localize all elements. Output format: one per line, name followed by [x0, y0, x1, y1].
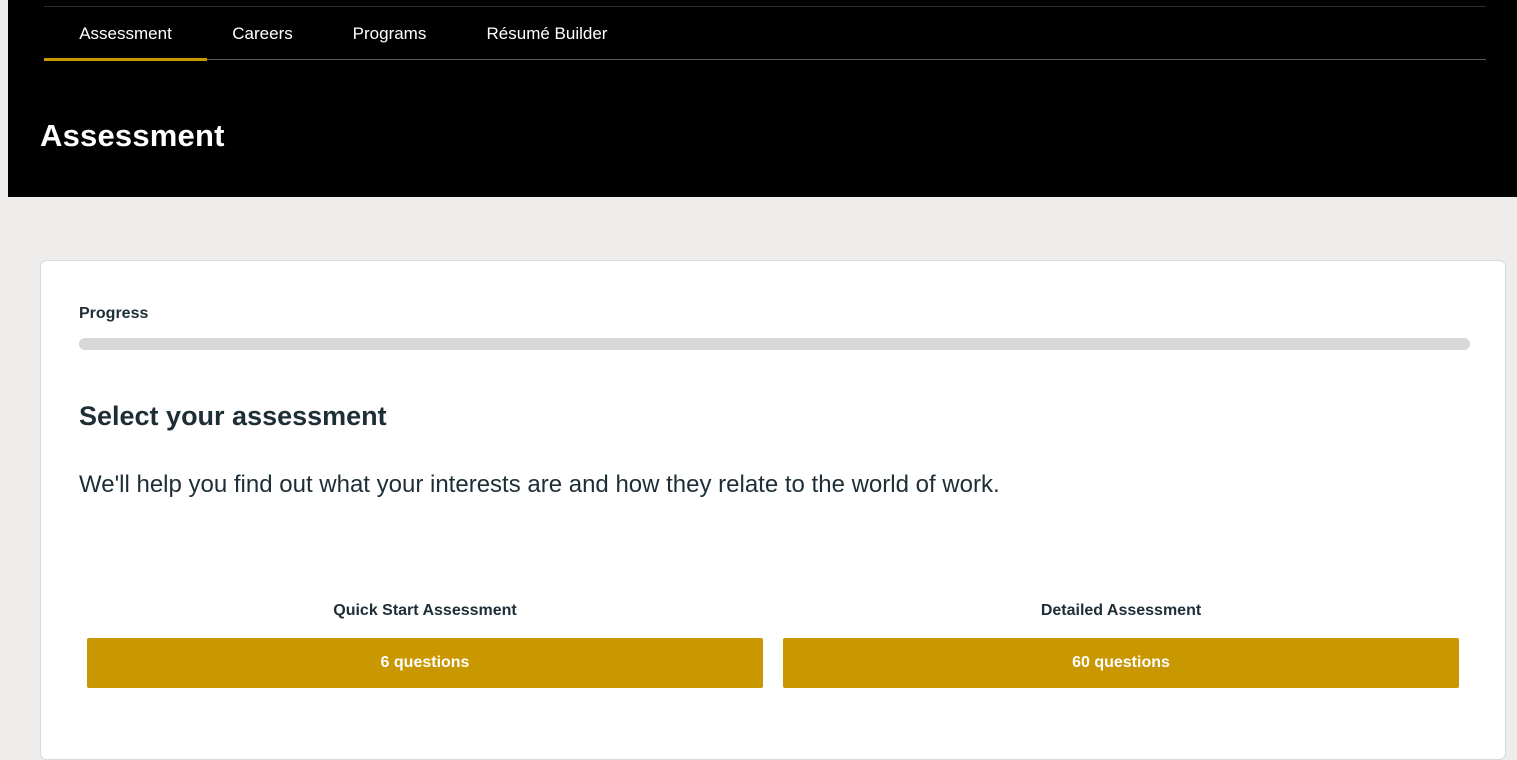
section-title: Select your assessment	[79, 401, 387, 431]
assessment-card: Progress Select your assessment We'll he…	[40, 260, 1506, 760]
tab-programs[interactable]: Programs	[318, 7, 461, 60]
quick-start-button[interactable]: 6 questions	[87, 638, 763, 688]
detailed-option: Detailed Assessment 60 questions	[783, 601, 1459, 688]
tab-resume-builder[interactable]: Résumé Builder	[461, 7, 633, 60]
tab-careers[interactable]: Careers	[207, 7, 318, 60]
progress-label: Progress	[79, 305, 149, 322]
quick-start-label: Quick Start Assessment	[333, 602, 517, 619]
tab-assessment[interactable]: Assessment	[44, 7, 207, 61]
quick-start-option: Quick Start Assessment 6 questions	[87, 601, 763, 688]
progress-bar	[79, 338, 1470, 350]
detailed-button[interactable]: 60 questions	[783, 638, 1459, 688]
page-title: Assessment	[40, 118, 225, 153]
site-header: Assessment Careers Programs Résumé Build…	[8, 0, 1517, 197]
section-description: We'll help you find out what your intere…	[79, 471, 1000, 498]
top-nav-tabs: Assessment Careers Programs Résumé Build…	[44, 6, 1486, 61]
detailed-label: Detailed Assessment	[1040, 602, 1202, 619]
